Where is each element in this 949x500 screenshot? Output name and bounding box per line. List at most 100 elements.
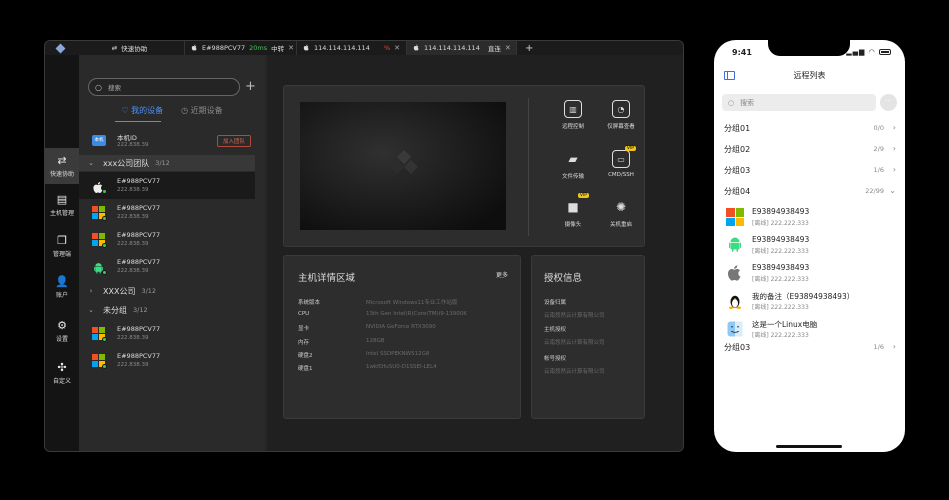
status-icons: ▂▄▆ ◠ bbox=[846, 48, 891, 56]
device-item[interactable]: 我的备注（E93894938493） [离线] 222.222.333 bbox=[726, 289, 896, 313]
android-icon bbox=[726, 236, 744, 254]
windows-icon bbox=[92, 327, 107, 342]
online-indicator bbox=[102, 189, 107, 194]
group-row[interactable]: 分组03 1/6 › bbox=[724, 165, 896, 179]
main-content: ▥ 远程控制 ◔ 仅屏幕查看 ▰ 文件传输 ▭ VIP CMD/SSH ■ VIP … bbox=[267, 55, 683, 451]
home-indicator bbox=[776, 445, 842, 448]
device-list-panel: ○ 搜索 + ♡ 我的设备 ◷ 近期设备 本机 本机ID 222.838.39 … bbox=[79, 55, 297, 451]
android-icon bbox=[92, 260, 107, 275]
device-row[interactable]: E#988PCV77 222.838.39 bbox=[79, 253, 255, 280]
window-stack-icon: ❐ bbox=[57, 233, 67, 247]
app-logo bbox=[45, 41, 75, 55]
local-device-row[interactable]: 本机 本机ID 222.838.39 加入团队 bbox=[79, 127, 255, 154]
tab-ip-1[interactable]: 114.114.114.114 % ✕ bbox=[297, 41, 407, 55]
puzzle-icon: ✣ bbox=[57, 360, 67, 374]
mobile-app-screen: 9:41 ▂▄▆ ◠ 远程列表 ○ 搜索 ··· 分组01 0/0 › 分组02 2/… bbox=[714, 40, 905, 452]
group-header[interactable]: ⌄ xxx公司团队 3/12 bbox=[79, 155, 255, 171]
join-team-button[interactable]: 加入团队 bbox=[217, 135, 251, 147]
file-transfer-button[interactable]: ▰ 文件传输 bbox=[549, 150, 597, 190]
device-row[interactable]: E#988PCV77 222.838.39 bbox=[79, 199, 255, 226]
auth-row: 主机授权 云南悠然云计算有限公司 bbox=[544, 327, 605, 346]
device-item[interactable]: E93894938493 [离线] 222.222.333 bbox=[726, 261, 896, 285]
folder-icon: ▰ bbox=[568, 152, 578, 166]
windows-icon bbox=[92, 233, 107, 248]
apple-icon bbox=[191, 44, 198, 53]
host-details-card: 主机详情区域 更多 系统版本 Microsoft Windows11专业工作站版 … bbox=[283, 255, 521, 419]
close-icon[interactable]: ✕ bbox=[288, 44, 294, 52]
camera-button[interactable]: ■ VIP 摄像头 bbox=[549, 193, 597, 238]
group-row[interactable]: 分组01 0/0 › bbox=[724, 123, 896, 137]
tab-recent-devices[interactable]: ◷ 近期设备 bbox=[181, 105, 223, 119]
more-link[interactable]: 更多 bbox=[496, 270, 508, 279]
local-device-icon: 本机 bbox=[92, 135, 106, 146]
detail-row: CPU 13th Gen Intel(R)Core(TM)i9-13900K bbox=[298, 311, 467, 317]
tab-ip-2[interactable]: 114.114.114.114 直连 ✕ bbox=[407, 41, 517, 55]
device-row[interactable]: E#988PCV77 222.838.39 bbox=[79, 320, 255, 347]
linux-icon bbox=[726, 292, 744, 310]
screen-view-icon: ◔ bbox=[612, 100, 630, 118]
rail-account[interactable]: 👤 账户 bbox=[45, 269, 79, 305]
user-icon: 👤 bbox=[55, 274, 69, 288]
chevron-down-icon: ⌄ bbox=[88, 159, 94, 167]
online-indicator bbox=[102, 270, 107, 275]
group-row[interactable]: 分组02 2/9 › bbox=[724, 144, 896, 158]
screen-view-button[interactable]: ◔ 仅屏幕查看 bbox=[597, 100, 645, 140]
group-row[interactable]: 分组04 22/99 ⌄ bbox=[724, 186, 896, 200]
search-input[interactable]: ○ 搜索 bbox=[88, 78, 240, 96]
device-row[interactable]: E#988PCV77 222.838.39 bbox=[79, 226, 255, 253]
search-input[interactable]: ○ 搜索 bbox=[722, 94, 876, 111]
detail-row: 显卡 NVIDIA GeForce RTX3090 bbox=[298, 324, 436, 332]
desktop-app-window: ⇄ 快速协助 E#988PCV77 20ms 中转 ✕ 114.114.114.… bbox=[44, 40, 684, 452]
more-options-button[interactable]: ··· bbox=[880, 94, 897, 111]
device-row[interactable]: E#988PCV77 222.838.39 bbox=[79, 172, 255, 199]
rail-quick-assist[interactable]: ⇄ 快速协助 bbox=[45, 148, 79, 184]
apple-icon bbox=[92, 179, 107, 194]
finder-icon bbox=[726, 320, 744, 338]
chevron-down-icon: ⌄ bbox=[889, 186, 896, 195]
rail-settings[interactable]: ⚙ 设置 bbox=[45, 313, 79, 349]
divider bbox=[528, 98, 529, 236]
device-item[interactable]: E93894938493 [离线] 222.222.333 bbox=[726, 205, 896, 229]
search-icon: ○ bbox=[728, 98, 735, 107]
apple-icon bbox=[413, 44, 420, 53]
rail-host-management[interactable]: ▤ 主机管理 bbox=[45, 187, 79, 223]
gear-icon: ⚙ bbox=[57, 318, 67, 332]
detail-row: 内存 128GB bbox=[298, 338, 385, 346]
app-watermark-logo bbox=[389, 150, 419, 182]
remote-control-button[interactable]: ▥ 远程控制 bbox=[549, 100, 597, 140]
active-tab-indicator bbox=[115, 121, 161, 122]
detail-row: 硬盘1 1wkfDfuSU0-D1SSEI-LEL4 bbox=[298, 364, 437, 372]
search-icon: ○ bbox=[95, 82, 102, 92]
group-header[interactable]: ⌄ 未分组 3/12 bbox=[79, 302, 255, 318]
power-button[interactable]: ✺ 关机重启 bbox=[597, 198, 645, 238]
cmd-ssh-button[interactable]: ▭ VIP CMD/SSH bbox=[597, 146, 645, 190]
battery-icon bbox=[879, 49, 891, 55]
chevron-right-icon: › bbox=[892, 342, 896, 351]
device-item[interactable]: E93894938493 [离线] 222.222.333 bbox=[726, 233, 896, 257]
close-icon[interactable]: ✕ bbox=[505, 44, 511, 52]
preview-card: ▥ 远程控制 ◔ 仅屏幕查看 ▰ 文件传输 ▭ VIP CMD/SSH ■ VIP … bbox=[283, 85, 645, 247]
host-icon: ▤ bbox=[56, 192, 68, 206]
detail-row: 系统版本 Microsoft Windows11专业工作站版 bbox=[298, 300, 458, 306]
remote-screen-preview[interactable] bbox=[300, 102, 506, 230]
chevron-right-icon: › bbox=[892, 165, 896, 174]
tab-quick-assist[interactable]: ⇄ 快速协助 bbox=[75, 41, 185, 55]
camera-icon: ■ VIP bbox=[567, 193, 589, 214]
online-indicator bbox=[102, 364, 107, 369]
authorization-card: 授权信息 设备归属 云南悠然云计算有限公司 主机授权 云南悠然云计算有限公司 帐号授… bbox=[531, 255, 645, 419]
rail-admin[interactable]: ❐ 管理端 bbox=[45, 228, 79, 264]
auth-row: 帐号授权 云南悠然云计算有限公司 bbox=[544, 356, 605, 375]
rail-custom[interactable]: ✣ 自定义 bbox=[45, 355, 79, 391]
online-indicator bbox=[102, 216, 107, 221]
tab-my-devices[interactable]: ♡ 我的设备 bbox=[121, 105, 163, 119]
new-tab-button[interactable]: + bbox=[517, 43, 541, 54]
device-row[interactable]: E#988PCV77 222.838.39 bbox=[79, 347, 255, 374]
phone-notch bbox=[768, 40, 850, 56]
tab-device[interactable]: E#988PCV77 20ms 中转 ✕ bbox=[185, 41, 297, 55]
add-device-button[interactable]: + bbox=[245, 78, 256, 96]
close-icon[interactable]: ✕ bbox=[394, 44, 400, 52]
windows-icon bbox=[92, 354, 107, 369]
group-row[interactable]: 分组03 1/6 › bbox=[724, 342, 896, 356]
device-item[interactable]: 这是一个Linux电脑 [离线] 222.222.333 bbox=[726, 317, 896, 341]
group-header[interactable]: › XXX公司 3/12 bbox=[79, 283, 255, 299]
